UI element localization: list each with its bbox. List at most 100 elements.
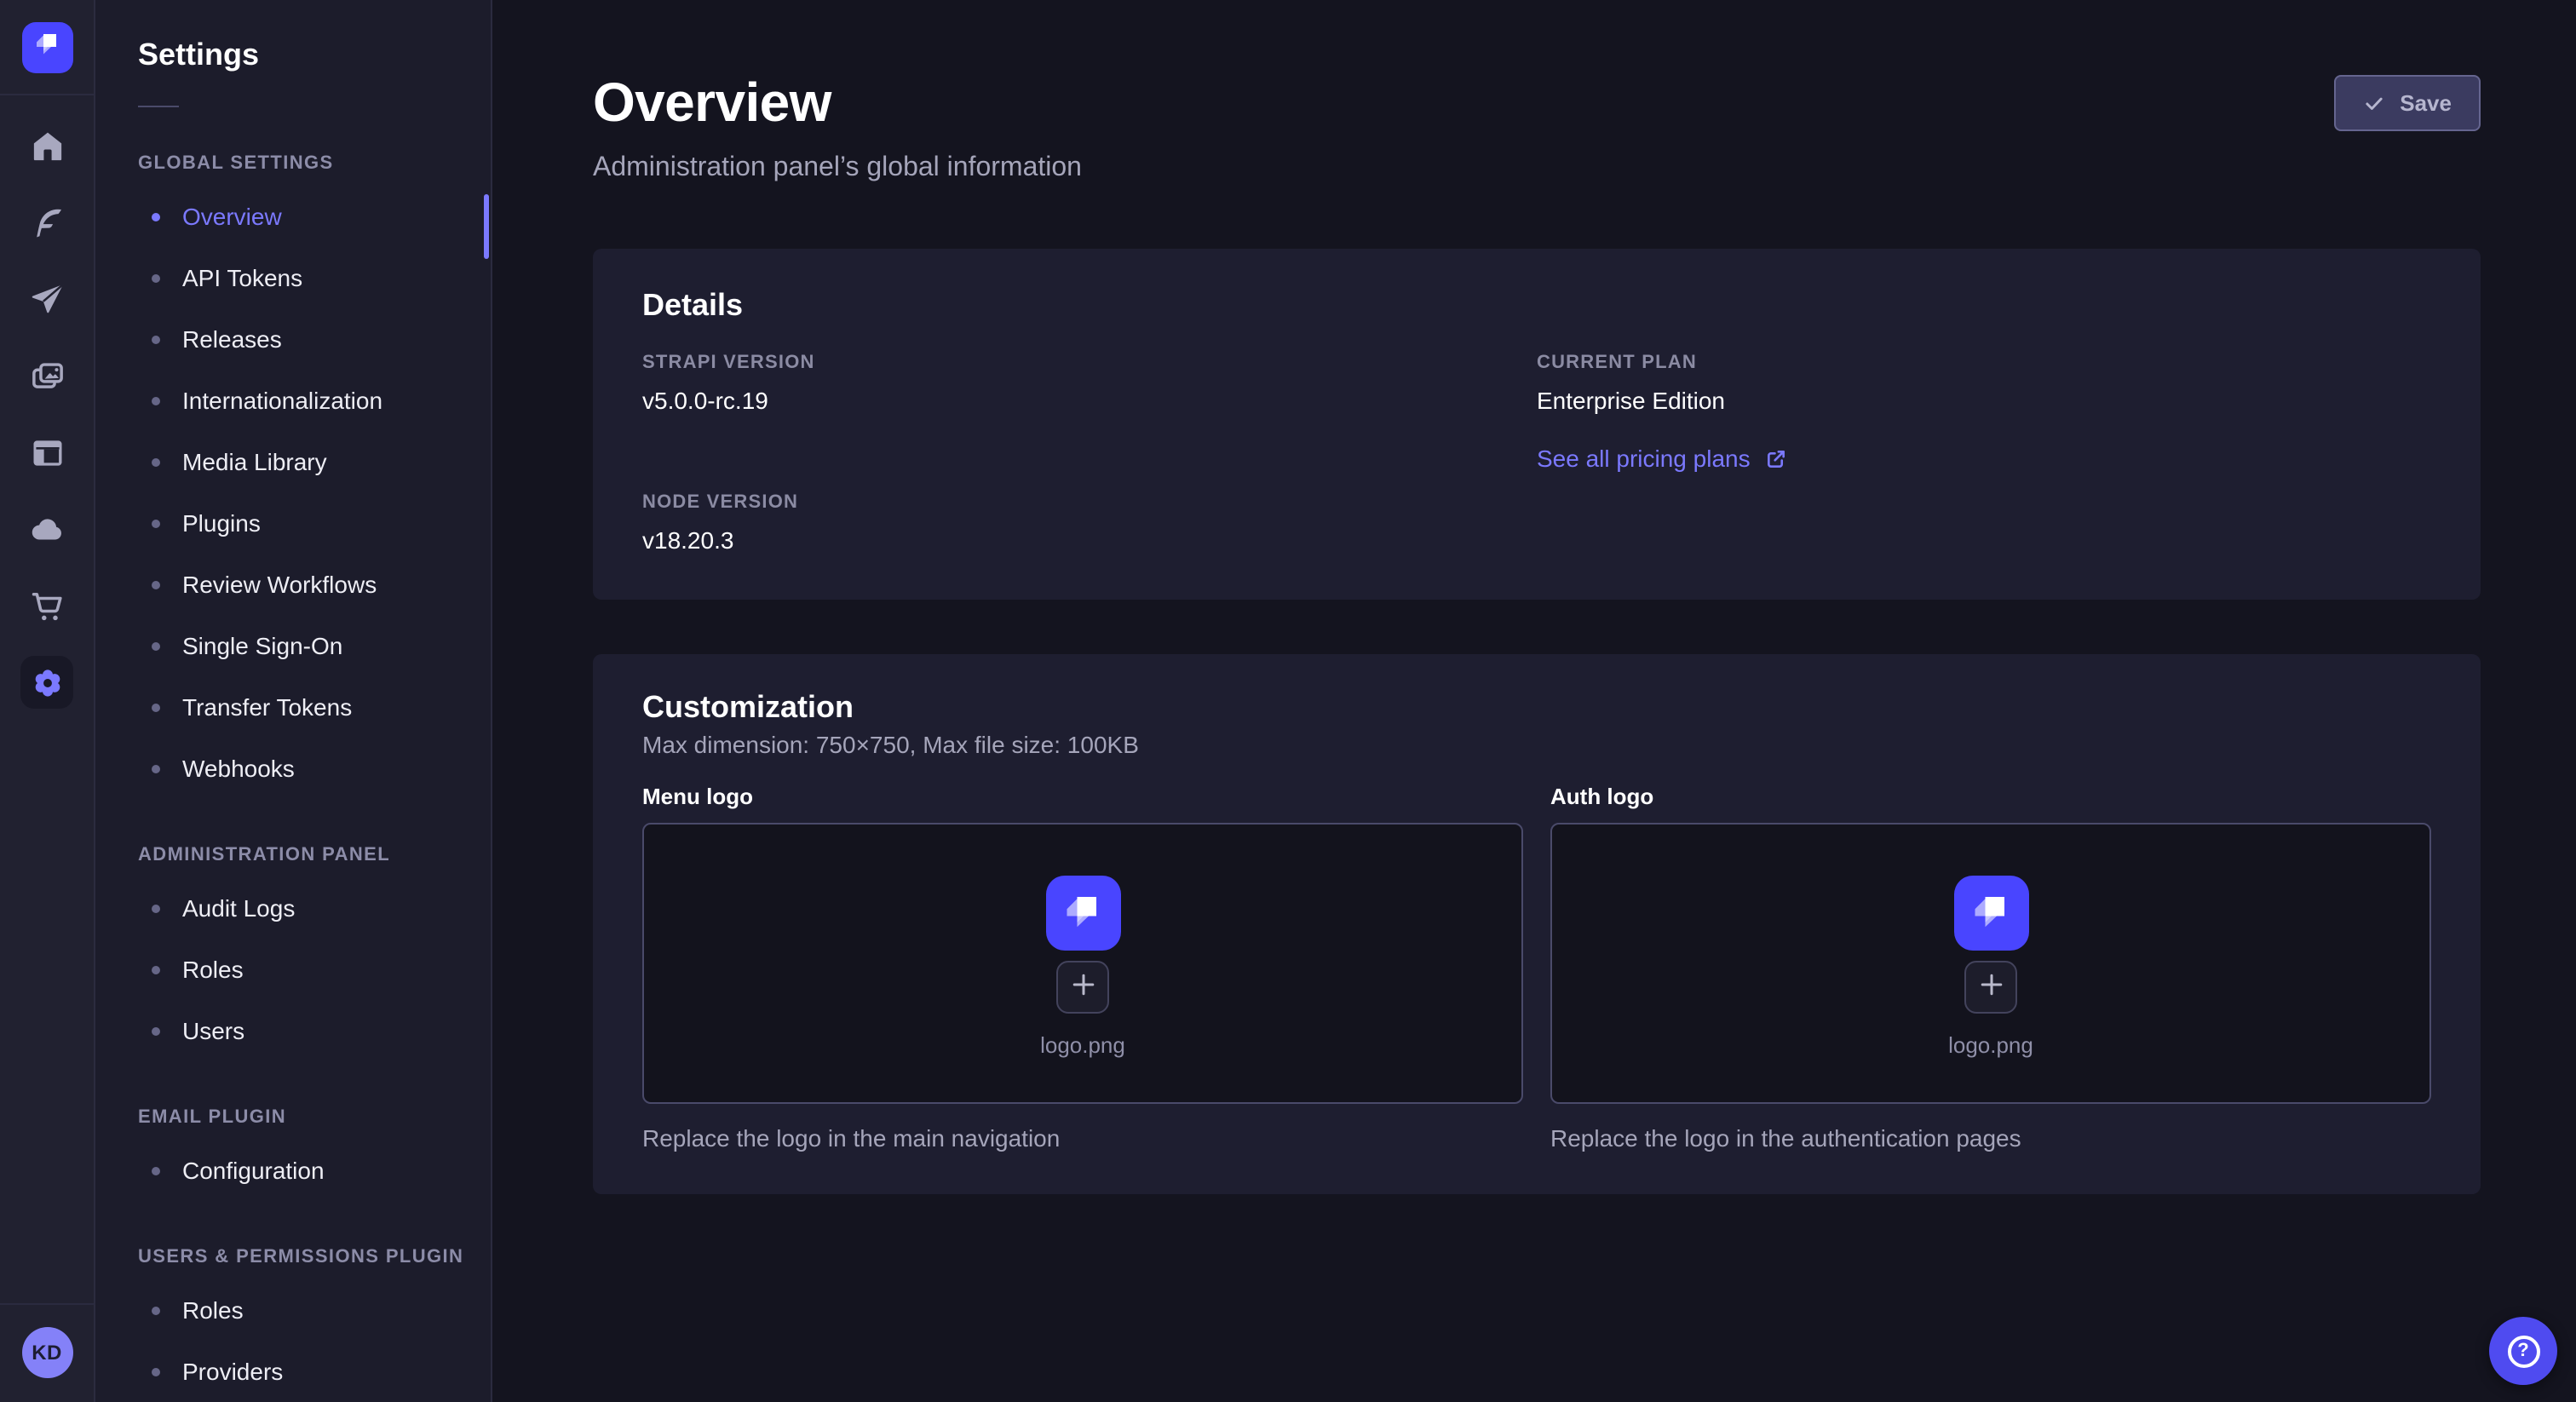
sidebar-item-audit-logs[interactable]: Audit Logs [95, 877, 491, 939]
bullet-icon [152, 965, 160, 974]
current-plan-value: Enterprise Edition [1537, 385, 2431, 416]
sidebar-item-label: Configuration [182, 1157, 325, 1184]
sidebar-item-admin-roles[interactable]: Roles [95, 939, 491, 1000]
sidebar-item-label: Webhooks [182, 755, 295, 782]
nav-item-content[interactable] [20, 196, 73, 249]
auth-logo-add-button[interactable] [1964, 961, 2017, 1014]
sidebar-item-label: Single Sign-On [182, 632, 342, 659]
strapi-version-value: v5.0.0-rc.19 [642, 385, 1537, 416]
plus-icon [1069, 971, 1096, 1003]
sidebar-item-internationalization[interactable]: Internationalization [95, 370, 491, 431]
customization-card-subtitle: Max dimension: 750×750, Max file size: 1… [642, 731, 2431, 760]
sidebar-item-label: Media Library [182, 448, 327, 475]
strapi-logo-icon [30, 26, 64, 68]
bullet-icon [152, 580, 160, 589]
sidebar-item-label: Overview [182, 203, 282, 230]
main-content: Overview Administration panel’s global i… [492, 0, 2576, 1402]
strapi-version-field: STRAPI VERSION v5.0.0-rc.19 [642, 351, 1537, 416]
administration-panel-list: Audit Logs Roles Users [95, 877, 491, 1061]
images-icon [28, 357, 66, 394]
plus-icon [1977, 971, 2004, 1003]
nav-item-marketplace[interactable] [20, 579, 73, 632]
auth-logo-upload-box: logo.png [1550, 823, 2431, 1104]
node-version-value: v18.20.3 [642, 525, 1537, 555]
sidebar-item-label: API Tokens [182, 264, 302, 291]
help-button[interactable]: ? [2489, 1317, 2557, 1385]
customization-card-title: Customization [642, 688, 2431, 726]
main-nav-sidebar: KD [0, 0, 95, 1402]
sidebar-item-label: Providers [182, 1358, 283, 1385]
home-icon [28, 127, 66, 164]
nav-item-media[interactable] [20, 349, 73, 402]
question-mark-icon: ? [2507, 1335, 2539, 1367]
auth-logo-field: Auth logo logo.png Replace the logo in t… [1550, 784, 2431, 1153]
save-button-label: Save [2400, 90, 2452, 116]
page-header: Overview Administration panel’s global i… [593, 0, 2481, 187]
nav-item-deploy[interactable] [20, 273, 73, 325]
cart-icon [28, 587, 66, 624]
menu-logo-label: Menu logo [642, 784, 1523, 811]
sidebar-item-admin-users[interactable]: Users [95, 1000, 491, 1061]
nav-item-settings[interactable] [20, 656, 73, 709]
sidebar-item-transfer-tokens[interactable]: Transfer Tokens [95, 676, 491, 738]
sidebar-item-releases[interactable]: Releases [95, 308, 491, 370]
sidebar-item-plugins[interactable]: Plugins [95, 492, 491, 554]
save-button[interactable]: Save [2333, 75, 2481, 131]
sidebar-item-label: Internationalization [182, 387, 382, 414]
bullet-icon [152, 1367, 160, 1376]
title-divider [138, 106, 179, 107]
logo-uploads-grid: Menu logo logo.png Replace the logo in t… [642, 784, 2431, 1153]
sidebar-item-review-workflows[interactable]: Review Workflows [95, 554, 491, 615]
menu-logo-field: Menu logo logo.png Replace the logo in t… [642, 784, 1523, 1153]
sidebar-item-api-tokens[interactable]: API Tokens [95, 247, 491, 308]
bullet-icon [152, 457, 160, 466]
sidebar-scrollbar-thumb[interactable] [484, 194, 489, 259]
strapi-logo-icon [1965, 883, 2016, 943]
user-avatar[interactable]: KD [21, 1327, 72, 1378]
page-header-text: Overview Administration panel’s global i… [593, 72, 1082, 187]
nav-item-cloud[interactable] [20, 503, 73, 555]
details-left-column: STRAPI VERSION v5.0.0-rc.19 NODE VERSION… [642, 351, 1537, 555]
sidebar-item-label: Roles [182, 1296, 244, 1324]
details-card: Details STRAPI VERSION v5.0.0-rc.19 NODE… [593, 249, 2481, 600]
layout-icon [28, 434, 66, 471]
menu-logo-filename: logo.png [1040, 1032, 1125, 1060]
settings-sidebar: Settings GLOBAL SETTINGS Overview API To… [95, 0, 492, 1402]
sidebar-item-overview[interactable]: Overview [95, 186, 491, 247]
paper-plane-icon [28, 280, 66, 318]
node-version-label: NODE VERSION [642, 491, 1537, 514]
pricing-plans-link[interactable]: See all pricing plans [1537, 443, 1788, 474]
cloud-icon [28, 510, 66, 548]
bullet-icon [152, 519, 160, 527]
nav-item-content-manager[interactable] [20, 426, 73, 479]
menu-logo-add-button[interactable] [1056, 961, 1109, 1014]
sidebar-item-up-roles[interactable]: Roles [95, 1279, 491, 1341]
external-link-icon [1766, 447, 1788, 469]
bullet-icon [152, 641, 160, 650]
nav-item-home[interactable] [20, 119, 73, 172]
menu-logo-preview [1045, 876, 1120, 951]
sidebar-item-email-configuration[interactable]: Configuration [95, 1140, 491, 1201]
bullet-icon [152, 396, 160, 405]
details-right-column: CURRENT PLAN Enterprise Edition See all … [1537, 351, 2431, 555]
section-administration-panel: ADMINISTRATION PANEL [138, 843, 491, 867]
strapi-logo-button[interactable] [21, 21, 72, 72]
details-grid: STRAPI VERSION v5.0.0-rc.19 NODE VERSION… [642, 351, 2431, 555]
settings-sidebar-title: Settings [138, 34, 491, 75]
bullet-icon [152, 1306, 160, 1314]
bullet-icon [152, 764, 160, 773]
auth-logo-preview [1953, 876, 2028, 951]
nav-bottom-section: KD [0, 1303, 94, 1402]
sidebar-item-webhooks[interactable]: Webhooks [95, 738, 491, 799]
sidebar-item-media-library[interactable]: Media Library [95, 431, 491, 492]
sidebar-item-up-providers[interactable]: Providers [95, 1341, 491, 1402]
bullet-icon [152, 904, 160, 912]
auth-logo-caption: Replace the logo in the authentication p… [1550, 1124, 2431, 1153]
section-email-plugin: EMAIL PLUGIN [138, 1106, 491, 1129]
auth-logo-label: Auth logo [1550, 784, 2431, 811]
page-subtitle: Administration panel’s global informatio… [593, 150, 1082, 187]
sidebar-item-single-sign-on[interactable]: Single Sign-On [95, 615, 491, 676]
bullet-icon [152, 273, 160, 282]
node-version-field: NODE VERSION v18.20.3 [642, 491, 1537, 555]
bullet-icon [152, 212, 160, 221]
